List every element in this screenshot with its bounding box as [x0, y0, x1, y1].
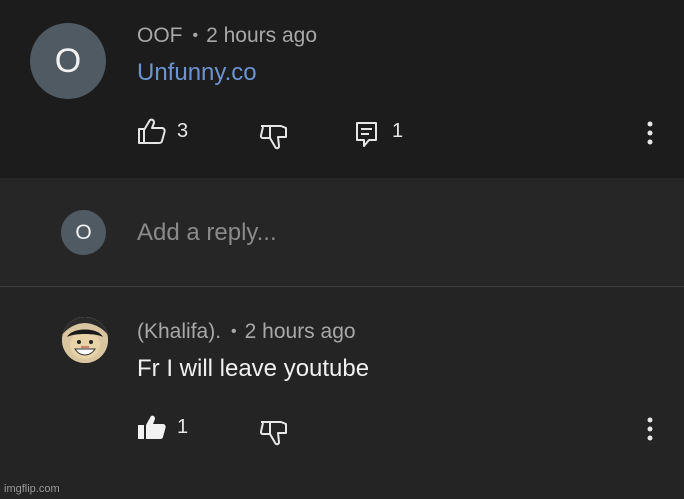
author-name[interactable]: (Khalifa).: [137, 320, 221, 343]
reply-count: 1: [392, 120, 404, 142]
thumbs-up-filled-icon[interactable]: [137, 413, 167, 441]
author-name[interactable]: OOF: [137, 24, 183, 47]
comment-text: Fr I will leave youtube: [137, 355, 370, 382]
separator: •: [231, 323, 237, 340]
timestamp[interactable]: 2 hours ago: [206, 24, 317, 47]
separator: •: [192, 27, 199, 44]
comment-icon[interactable]: [355, 121, 379, 149]
reply-input[interactable]: Add a reply...: [137, 216, 637, 250]
avatar[interactable]: [62, 317, 108, 363]
more-vertical-icon[interactable]: [645, 120, 655, 146]
thumbs-up-icon[interactable]: [137, 117, 167, 145]
comment-meta: OOF • 2 hours ago: [137, 24, 317, 48]
avatar: O: [61, 210, 106, 255]
watermark: imgflip.com: [4, 483, 60, 495]
comment-meta: (Khalifa). • 2 hours ago: [137, 320, 356, 344]
like-count: 1: [177, 416, 189, 438]
thumbs-down-icon[interactable]: [259, 124, 289, 150]
avatar[interactable]: O: [30, 23, 106, 99]
comment-text-link[interactable]: Unfunny.co: [137, 59, 257, 87]
comment-top-section: [0, 0, 684, 178]
like-count: 3: [177, 120, 189, 142]
more-vertical-icon[interactable]: [645, 416, 655, 442]
timestamp[interactable]: 2 hours ago: [245, 320, 356, 343]
comment-bottom-section: [0, 287, 684, 499]
thumbs-down-icon[interactable]: [259, 420, 289, 446]
